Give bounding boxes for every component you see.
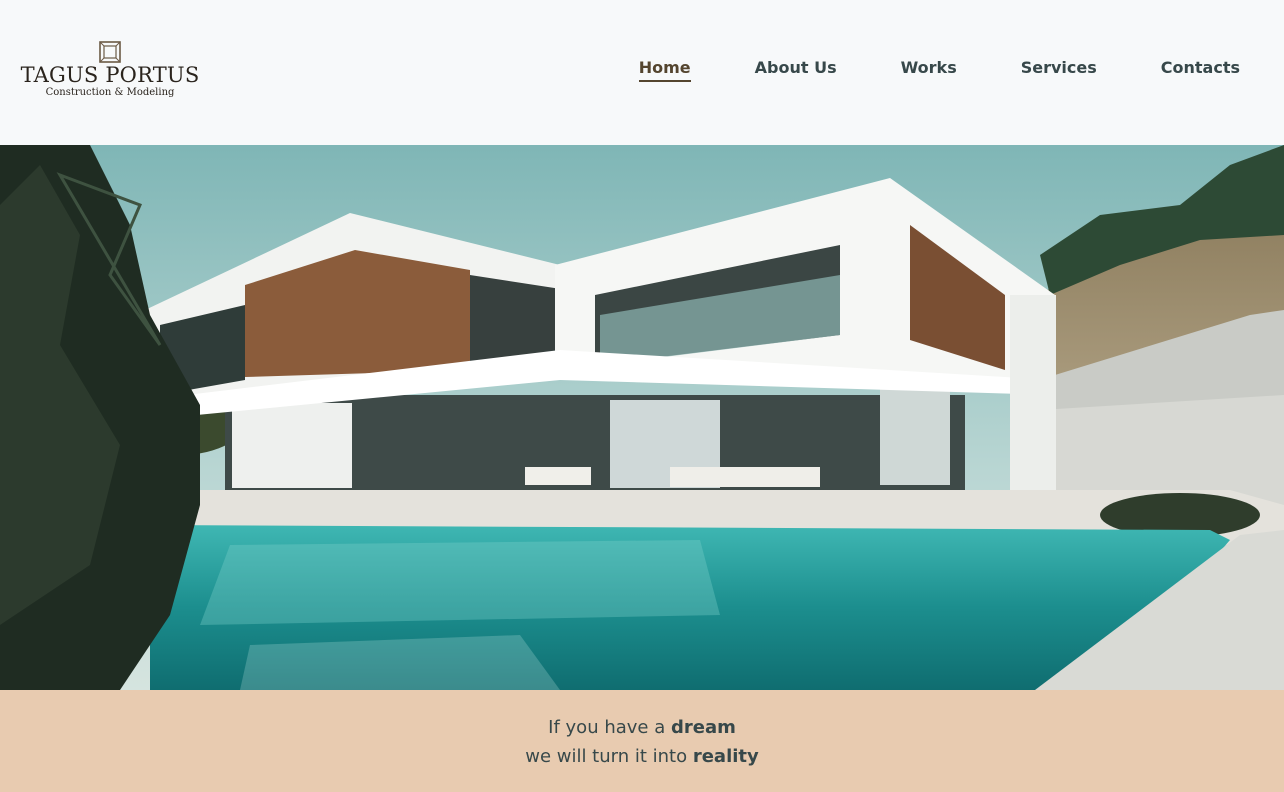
villa-pool-photo [0, 145, 1284, 690]
nav-contacts[interactable]: Contacts [1161, 58, 1240, 82]
tagline-line-2-text: we will turn it into [525, 746, 693, 767]
nav-works[interactable]: Works [901, 58, 957, 82]
tagline-line-1: If you have a dream [0, 716, 1284, 740]
brand-logo[interactable]: TAGUS PORTUS Construction & Modeling [20, 40, 200, 100]
brand-name: TAGUS PORTUS [20, 63, 200, 87]
main-nav: Home About Us Works Services Contacts [575, 58, 1240, 82]
brand-tagline: Construction & Modeling [45, 87, 175, 98]
tagline-line-1-text: If you have a [548, 717, 671, 738]
nav-about-us[interactable]: About Us [755, 58, 837, 82]
tagline-banner: If you have a dream we will turn it into… [0, 690, 1284, 792]
site-header: TAGUS PORTUS Construction & Modeling Hom… [0, 0, 1284, 145]
nav-services[interactable]: Services [1021, 58, 1097, 82]
logo-diamond-icon [99, 41, 121, 63]
hero-image [0, 145, 1284, 690]
tagline-line-1-bold: dream [670, 717, 736, 738]
tagline-line-2-bold: reality [692, 746, 759, 767]
tagline-line-2: we will turn it into reality [0, 745, 1284, 769]
nav-home[interactable]: Home [638, 58, 691, 82]
